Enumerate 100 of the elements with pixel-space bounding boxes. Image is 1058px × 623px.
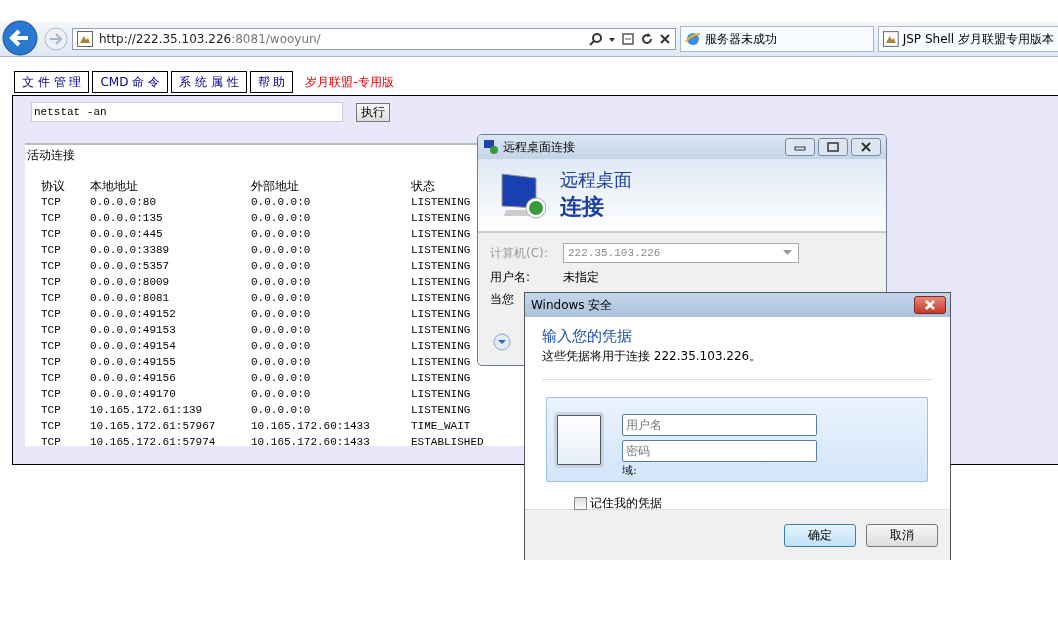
table-cell-text: TCP	[41, 339, 61, 354]
browser-tab[interactable]: JSP Shell 岁月联盟专用版本	[878, 26, 1058, 52]
table-cell-text: 0.0.0.0:0	[251, 323, 311, 338]
table-cell-text: 0.0.0.0:0	[251, 243, 311, 258]
table-cell-text: 0.0.0.0:49155	[90, 355, 176, 370]
table-cell-text: LISTENING	[411, 275, 471, 290]
table-cell-text: TCP	[41, 291, 61, 306]
table-cell-text: LISTENING	[411, 243, 471, 258]
table-cell-text: 10.165.172.61:57967	[90, 419, 216, 434]
menu-button[interactable]: 文 件 管 理	[14, 71, 90, 93]
run-button[interactable]: 执行	[356, 102, 390, 122]
browser-tab[interactable]: 服务器未成功	[680, 26, 874, 52]
table-cell-text: 0.0.0.0:49153	[90, 323, 176, 338]
table-cell-text: 0.0.0.0:49170	[90, 387, 176, 402]
table-cell-text: 0.0.0.0:8081	[90, 291, 170, 306]
remember-checkbox[interactable]	[574, 497, 587, 510]
table-cell-text: LISTENING	[411, 387, 471, 402]
monitor-icon	[498, 170, 546, 220]
minimize-button[interactable]	[785, 138, 815, 156]
table-cell-text: TCP	[41, 419, 61, 434]
table-cell-text: LISTENING	[411, 195, 471, 210]
user-tile-icon	[554, 411, 604, 468]
table-cell-text: 0.0.0.0:0	[251, 339, 311, 354]
table-cell-text: TCP	[41, 259, 61, 274]
window-title: 远程桌面连接	[503, 138, 576, 156]
table-cell-text: 0.0.0.0:8009	[90, 275, 170, 290]
table-cell-text: TCP	[41, 387, 61, 402]
cancel-button[interactable]: 取消	[866, 523, 938, 547]
table-cell-text: 0.0.0.0:0	[251, 307, 311, 322]
field-label: 用户名:	[490, 268, 532, 286]
address-bar[interactable]: http://222.35.103.226:8081/wooyun/	[72, 28, 676, 50]
table-cell-text: ESTABLISHED	[411, 435, 484, 450]
table-cell-text: 0.0.0.0:49156	[90, 371, 176, 386]
table-cell-text: LISTENING	[411, 259, 471, 274]
field-label: 计算机(C):	[490, 244, 549, 262]
table-cell-text: 0.0.0.0:0	[251, 259, 311, 274]
table-cell-text: TCP	[41, 275, 61, 290]
table-cell-text: TCP	[41, 355, 61, 370]
dialog-subtitle: 这些凭据将用于连接 222.35.103.226。	[542, 348, 933, 380]
domain-label: 域:	[622, 462, 638, 478]
table-cell-text: LISTENING	[411, 355, 471, 370]
ok-button[interactable]: 确定	[784, 523, 856, 547]
table-cell-text: 0.0.0.0:0	[251, 227, 311, 242]
table-cell-text: 10.165.172.60:1433	[251, 419, 370, 434]
table-cell-text: 10.165.172.61:139	[90, 403, 203, 418]
table-cell-text: TCP	[41, 211, 61, 226]
table-cell-text: LISTENING	[411, 307, 471, 322]
table-cell-text: 0.0.0.0:5357	[90, 259, 170, 274]
checkbox-label: 记住我的凭据	[590, 495, 662, 512]
table-cell-text: 0.0.0.0:0	[251, 275, 311, 290]
menu-button[interactable]: CMD 命 令	[92, 71, 169, 93]
table-cell-text: LISTENING	[411, 227, 471, 242]
table-cell-text: LISTENING	[411, 291, 471, 306]
column-header: 本地地址	[90, 178, 138, 194]
table-cell-text: 0.0.0.0:49152	[90, 307, 176, 322]
remote-desktop-icon	[483, 139, 499, 155]
brand-text: 岁月联盟-专用版	[305, 73, 394, 91]
browser-icon	[685, 31, 701, 47]
table-cell-text: 0.0.0.0:0	[251, 387, 311, 402]
table-cell-text: LISTENING	[411, 339, 471, 354]
menu-button[interactable]: 系 统 属 性	[171, 71, 247, 93]
table-cell-text: LISTENING	[411, 211, 471, 226]
computer-dropdown[interactable]: 222.35.103.226	[563, 243, 799, 263]
close-icon[interactable]	[659, 33, 671, 45]
window-title: Windows 安全	[531, 296, 613, 314]
table-cell-text: TCP	[41, 371, 61, 386]
close-icon	[924, 300, 936, 310]
search-icon[interactable]	[589, 32, 603, 46]
table-cell-text: TCP	[41, 435, 61, 450]
table-cell-text: 0.0.0.0:0	[251, 291, 311, 306]
table-cell-text: 0.0.0.0:0	[251, 355, 311, 370]
expand-icon[interactable]	[493, 333, 511, 351]
close-button[interactable]	[914, 296, 946, 314]
username-field[interactable]: 用户名	[622, 413, 817, 436]
username-value: 未指定	[563, 268, 599, 286]
info-text: 当您	[490, 291, 514, 308]
table-cell-text: TCP	[41, 243, 61, 258]
table-cell-text: TIME_WAIT	[411, 419, 471, 434]
refresh-icon[interactable]	[640, 32, 654, 46]
dialog-heading: 连接	[560, 193, 605, 221]
maximize-icon	[827, 142, 839, 152]
column-header: 状态	[411, 178, 435, 194]
table-cell-text: LISTENING	[411, 403, 471, 418]
maximize-button[interactable]	[818, 138, 848, 156]
dialog-heading: 远程桌面	[560, 168, 632, 192]
back-button[interactable]	[2, 20, 38, 56]
table-cell-text: 10.165.172.60:1433	[251, 435, 370, 450]
table-cell-text: LISTENING	[411, 371, 471, 386]
close-icon	[860, 142, 872, 152]
password-field[interactable]: 密码	[622, 439, 817, 462]
menu-button[interactable]: 帮 助	[249, 71, 294, 93]
table-cell-text: 0.0.0.0:0	[251, 403, 311, 418]
column-header: 协议	[41, 178, 65, 194]
table-cell-text: 10.165.172.61:57974	[90, 435, 216, 450]
table-cell-text: LISTENING	[411, 323, 471, 338]
close-button[interactable]	[851, 138, 881, 156]
page-icon	[77, 31, 93, 47]
dropdown-icon	[783, 250, 792, 256]
command-field[interactable]: netstat -an	[31, 102, 343, 122]
dialog-heading: 输入您的凭据	[542, 327, 633, 346]
